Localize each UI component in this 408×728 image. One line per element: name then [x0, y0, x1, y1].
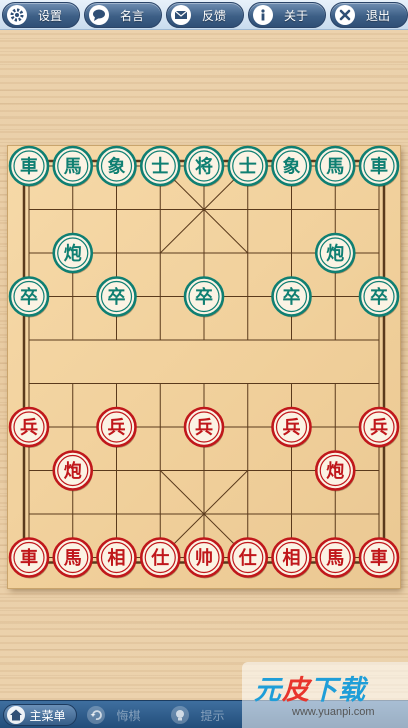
- green-piece[interactable]: 卒: [271, 276, 312, 318]
- undo-label: 悔棋: [116, 708, 141, 723]
- red-piece[interactable]: 仕: [227, 537, 269, 579]
- red-piece[interactable]: 兵: [358, 406, 400, 448]
- watermark-char-1: 元: [254, 675, 282, 706]
- xiangqi-board[interactable]: 車馬象士将士象馬車炮 炮卒卒卒卒卒兵兵兵兵兵炮 炮車馬相仕帅仕相馬車: [0, 0, 408, 600]
- watermark-url: www.yuanpi.com: [292, 706, 375, 718]
- piece-label: 卒: [370, 286, 388, 308]
- piece-label: 仕: [238, 547, 257, 569]
- piece-label: 馬: [64, 548, 82, 569]
- red-piece[interactable]: 相: [96, 537, 137, 579]
- green-piece[interactable]: 将: [183, 145, 225, 187]
- green-piece[interactable]: 馬: [314, 145, 356, 187]
- red-piece[interactable]: 炮: [314, 450, 356, 492]
- piece-label: 兵: [20, 418, 38, 439]
- green-piece[interactable]: 士: [139, 145, 181, 187]
- piece-label: 兵: [108, 418, 126, 439]
- piece-label: 士: [239, 157, 257, 178]
- green-piece[interactable]: 象: [271, 145, 312, 187]
- board-grid: [22, 159, 386, 564]
- green-piece[interactable]: 卒: [8, 276, 50, 318]
- piece-label: 兵: [370, 418, 388, 439]
- piece-label: 馬: [326, 548, 344, 569]
- red-piece[interactable]: 馬: [52, 537, 94, 579]
- undo-icon: [87, 706, 105, 724]
- piece-label: 卒: [195, 286, 213, 308]
- piece-label: 炮: [64, 460, 82, 482]
- green-piece[interactable]: 炮: [52, 232, 94, 274]
- green-piece[interactable]: 車: [8, 145, 50, 187]
- red-piece[interactable]: 兵: [8, 406, 50, 448]
- watermark-char-2: 皮: [282, 675, 310, 706]
- piece-label: 馬: [64, 157, 82, 178]
- main-menu-label: 主菜单: [29, 708, 66, 723]
- red-piece[interactable]: 兵: [96, 406, 137, 448]
- red-piece[interactable]: 兵: [183, 406, 225, 448]
- hint-label: 提示: [200, 708, 225, 723]
- piece-label: 将: [195, 156, 213, 178]
- piece-label: 兵: [283, 418, 301, 439]
- piece-label: 象: [108, 156, 126, 178]
- piece-label: 象: [283, 156, 301, 178]
- piece-label: 馬: [326, 157, 344, 178]
- green-piece[interactable]: 士: [227, 145, 269, 187]
- undo-button[interactable]: 悔棋: [84, 704, 158, 726]
- piece-label: 士: [151, 157, 169, 178]
- piece-label: 炮: [326, 460, 344, 482]
- red-piece[interactable]: 相: [271, 537, 312, 579]
- lightbulb-icon: [171, 706, 189, 724]
- piece-label: 車: [370, 156, 388, 178]
- green-piece[interactable]: 卒: [183, 276, 225, 318]
- watermark-char-4: 载: [338, 675, 366, 706]
- piece-label: 兵: [195, 418, 213, 439]
- piece-label: 卒: [108, 286, 126, 308]
- hint-button[interactable]: 提示: [168, 704, 242, 726]
- piece-label: 車: [20, 547, 38, 569]
- watermark: 元皮下载 www.yuanpi.com: [242, 662, 408, 728]
- red-piece[interactable]: 車: [8, 537, 50, 579]
- piece-label: 仕: [150, 547, 169, 569]
- red-piece[interactable]: 帅: [183, 537, 225, 579]
- red-piece[interactable]: 馬: [314, 537, 356, 579]
- green-piece[interactable]: 象: [96, 145, 137, 187]
- main-menu-button[interactable]: 主菜单: [3, 704, 77, 726]
- piece-label: 車: [370, 547, 388, 569]
- green-piece[interactable]: 車: [358, 145, 400, 187]
- piece-label: 炮: [326, 243, 344, 265]
- green-piece[interactable]: 卒: [96, 276, 137, 318]
- piece-label: 相: [283, 548, 301, 569]
- red-piece[interactable]: 車: [358, 537, 400, 579]
- watermark-char-3: 下: [310, 675, 338, 706]
- red-piece[interactable]: 兵: [271, 406, 312, 448]
- green-piece[interactable]: 馬: [52, 145, 94, 187]
- piece-label: 卒: [283, 286, 301, 308]
- home-icon: [7, 706, 25, 724]
- piece-label: 車: [20, 156, 38, 178]
- piece-label: 帅: [195, 547, 213, 569]
- piece-label: 卒: [20, 286, 38, 308]
- piece-label: 相: [108, 548, 126, 569]
- green-piece[interactable]: 卒: [358, 276, 400, 318]
- green-piece[interactable]: 炮: [314, 232, 356, 274]
- red-piece[interactable]: 炮: [52, 450, 94, 492]
- piece-label: 炮: [64, 243, 82, 265]
- watermark-logo: 元皮下载: [254, 668, 366, 707]
- red-piece[interactable]: 仕: [139, 537, 181, 579]
